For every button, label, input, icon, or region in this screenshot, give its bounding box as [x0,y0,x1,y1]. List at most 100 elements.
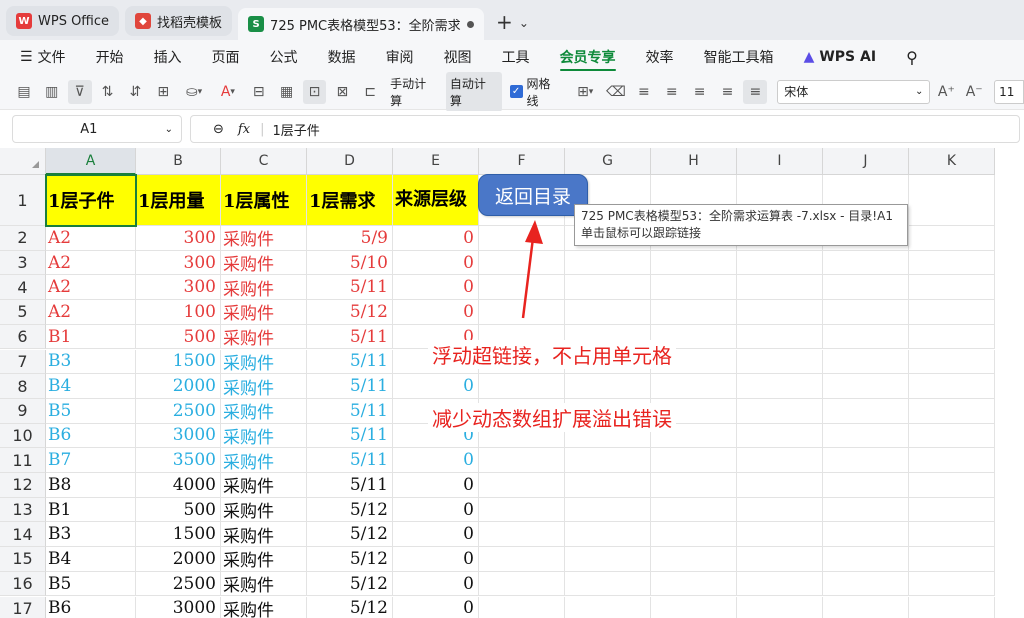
freeze-icon[interactable]: ⊠ [330,80,354,104]
data-cell-d[interactable]: 5/12 [307,596,393,618]
data-cell-c[interactable]: 采购件 [221,398,307,424]
empty-cell[interactable] [651,250,737,276]
data-cell-c[interactable]: 采购件 [221,596,307,618]
data-cell-d[interactable]: 5/12 [307,571,393,597]
empty-cell[interactable] [909,448,995,473]
data-cell-a[interactable]: B7 [46,448,136,473]
data-cell-a[interactable]: B1 [46,324,136,350]
name-box[interactable]: A1 ⌄ [12,115,182,143]
empty-cell[interactable] [737,374,823,399]
fill-color-icon[interactable]: ⛀ ▾ [179,80,209,104]
paste-icon[interactable]: ▤ [12,80,36,104]
empty-cell[interactable] [909,275,995,301]
row-header-15[interactable]: 15 [0,547,46,572]
row-header-7[interactable]: 7 [0,349,46,375]
row-header-1[interactable]: 1 [0,175,46,226]
data-cell-b[interactable]: 500 [136,324,221,350]
data-cell-d[interactable]: 5/11 [307,349,393,375]
empty-cell[interactable] [565,250,651,276]
data-cell-c[interactable]: 采购件 [221,522,307,548]
split-icon[interactable]: ⊏ [358,80,382,104]
column-header-i[interactable]: I [737,148,823,175]
add-tab-icon[interactable]: + [496,10,513,34]
menu-wps-ai[interactable]: ▲ WPS AI [789,40,892,74]
data-cell-a[interactable]: A2 [46,275,136,301]
row-header-9[interactable]: 9 [0,398,46,424]
empty-cell[interactable] [737,324,823,350]
empty-cell[interactable] [823,398,909,424]
empty-cell[interactable] [909,226,995,251]
empty-cell[interactable] [565,522,651,548]
empty-cell[interactable] [909,596,995,618]
empty-cell[interactable] [651,522,737,548]
empty-cell[interactable] [909,349,995,375]
empty-cell[interactable] [823,547,909,572]
data-cell-e[interactable]: 0 [393,448,479,473]
data-cell-a[interactable]: A2 [46,250,136,276]
data-cell-b[interactable]: 3500 [136,448,221,473]
data-cell-c[interactable]: 采购件 [221,423,307,449]
column-header-g[interactable]: G [565,148,651,175]
row-header-8[interactable]: 8 [0,374,46,399]
data-cell-a[interactable]: A2 [46,300,136,325]
column-header-j[interactable]: J [823,148,909,175]
empty-cell[interactable] [737,571,823,597]
data-cell-a[interactable]: A2 [46,226,136,251]
row-header-4[interactable]: 4 [0,275,46,301]
empty-cell[interactable] [565,300,651,325]
data-cell-c[interactable]: 采购件 [221,250,307,276]
menu-formula[interactable]: 公式 [255,40,313,74]
data-cell-c[interactable]: 采购件 [221,349,307,375]
menu-home[interactable]: 开始 [81,40,139,74]
data-cell-e[interactable]: 0 [393,226,479,251]
data-cell-c[interactable]: 采购件 [221,497,307,523]
chevron-down-icon[interactable]: ⌄ [519,16,529,30]
empty-cell[interactable] [479,448,565,473]
menu-tools[interactable]: 工具 [487,40,545,74]
empty-cell[interactable] [823,473,909,498]
data-cell-b[interactable]: 300 [136,275,221,301]
data-cell-d[interactable]: 5/11 [307,275,393,301]
empty-cell[interactable] [909,324,995,350]
clipboard-icon[interactable]: ▥ [40,80,64,104]
unsaved-dot-icon[interactable] [467,20,475,28]
column-header-k[interactable]: K [909,148,995,175]
align-center-icon[interactable]: ≡ [688,80,712,104]
data-cell-e[interactable]: 0 [393,275,479,301]
empty-cell[interactable] [565,547,651,572]
align-left-icon[interactable]: ≡ [632,80,656,104]
header-cell-c[interactable]: 1层属性 [221,175,307,226]
table-style-icon[interactable]: ⊞ ▾ [570,80,600,104]
data-cell-b[interactable]: 100 [136,300,221,325]
data-cell-d[interactable]: 5/11 [307,324,393,350]
empty-cell[interactable] [651,275,737,301]
empty-cell[interactable] [909,398,995,424]
data-cell-a[interactable]: B6 [46,423,136,449]
data-cell-c[interactable]: 采购件 [221,324,307,350]
empty-cell[interactable] [909,522,995,548]
data-cell-a[interactable]: B8 [46,473,136,498]
column-header-e[interactable]: E [393,148,479,175]
data-cell-b[interactable]: 4000 [136,473,221,498]
data-cell-a[interactable]: B3 [46,349,136,375]
select-all-corner[interactable] [0,148,46,175]
data-cell-b[interactable]: 500 [136,497,221,523]
empty-cell[interactable] [737,423,823,449]
empty-cell[interactable] [651,497,737,523]
data-cell-b[interactable]: 1500 [136,522,221,548]
gridlines-toggle[interactable]: ✓ 网格线 [506,72,567,112]
empty-cell[interactable] [909,571,995,597]
empty-cell[interactable] [823,349,909,375]
data-cell-e[interactable]: 0 [393,374,479,399]
row-header-17[interactable]: 17 [0,596,46,618]
font-family-select[interactable]: 宋体 ⌄ [777,79,931,104]
empty-cell[interactable] [651,547,737,572]
align-right-icon[interactable]: ≡ [716,80,740,104]
tab-docer[interactable]: ◆ 找稻壳模板 [125,6,233,36]
empty-cell[interactable] [823,250,909,276]
header-cell-d[interactable]: 1层需求 [307,175,393,226]
empty-cell[interactable] [737,275,823,301]
manual-calc-button[interactable]: 手动计算 [386,72,442,112]
decrease-font-icon[interactable]: A⁻ [962,80,986,104]
search-icon[interactable]: ⚲ [891,40,933,74]
